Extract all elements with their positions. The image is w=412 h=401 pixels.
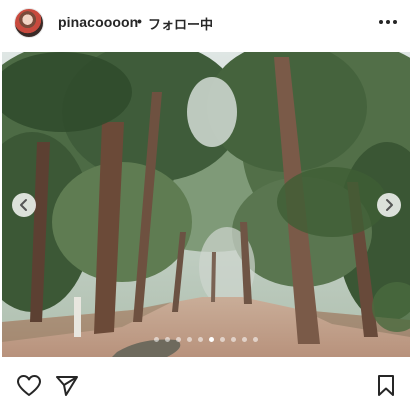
carousel-dot xyxy=(253,337,258,342)
carousel-indicator xyxy=(154,337,266,345)
carousel-dot xyxy=(187,337,192,342)
username[interactable]: pinacoooon xyxy=(58,14,138,30)
avatar[interactable] xyxy=(14,8,44,38)
separator-dot: • xyxy=(137,13,142,29)
action-bar xyxy=(0,360,412,401)
paper-plane-icon[interactable] xyxy=(54,373,80,399)
post-header: pinacoooon • フォロー中 xyxy=(0,0,412,48)
carousel-dot xyxy=(165,337,170,342)
carousel-dot xyxy=(154,337,159,342)
bookmark-icon[interactable] xyxy=(373,373,399,399)
chevron-left-icon xyxy=(20,199,27,211)
follow-status[interactable]: フォロー中 xyxy=(148,14,213,33)
carousel-dot xyxy=(220,337,225,342)
heart-icon[interactable] xyxy=(16,373,42,399)
more-options-icon[interactable] xyxy=(376,12,400,32)
carousel-dot xyxy=(176,337,181,342)
chevron-right-icon xyxy=(386,199,393,211)
carousel-dot xyxy=(209,337,214,342)
carousel-dot xyxy=(242,337,247,342)
carousel-dot xyxy=(198,337,203,342)
carousel-prev-button[interactable] xyxy=(12,193,36,217)
carousel-dot xyxy=(231,337,236,342)
forest-path-photo xyxy=(2,52,410,357)
carousel-next-button[interactable] xyxy=(377,193,401,217)
post-photo[interactable] xyxy=(2,52,410,357)
